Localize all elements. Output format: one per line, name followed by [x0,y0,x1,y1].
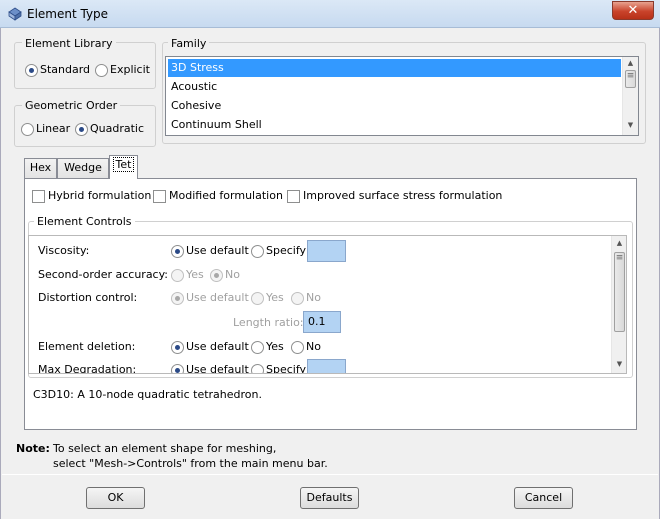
distortion-use-default-radio[interactable] [171,292,184,305]
family-legend: Family [168,37,210,50]
note-line-1: To select an element shape for meshing, [53,442,277,455]
tab-hex[interactable]: Hex [24,158,57,178]
tab-tet-label: Tet [112,157,135,172]
family-item-cohesive[interactable]: Cohesive [168,97,621,115]
degradation-specify-label[interactable]: Specify [266,363,306,373]
distortion-no-radio[interactable] [291,292,304,305]
improved-surface-stress-label[interactable]: Improved surface stress formulation [303,189,502,202]
quadratic-label[interactable]: Quadratic [90,122,144,135]
tab-tet[interactable]: Tet [109,155,138,179]
scroll-up-icon[interactable]: ▲ [623,59,638,67]
cancel-button[interactable]: Cancel [514,487,573,509]
tab-wedge[interactable]: Wedge [57,158,109,178]
improved-surface-stress-checkbox[interactable] [287,190,300,203]
length-ratio-label: Length ratio: [233,316,304,329]
modified-formulation-checkbox[interactable] [153,190,166,203]
hybrid-formulation-label[interactable]: Hybrid formulation [48,189,151,202]
controls-scroll-thumb[interactable] [614,252,625,332]
deletion-yes-radio[interactable] [251,341,264,354]
deletion-use-default-label[interactable]: Use default [186,340,249,353]
hybrid-formulation-checkbox[interactable] [32,190,45,203]
element-library-legend: Element Library [22,37,116,50]
degradation-use-default-label[interactable]: Use default [186,363,249,373]
defaults-button[interactable]: Defaults [300,487,359,509]
standard-radio[interactable] [25,64,38,77]
note-line-2: select "Mesh->Controls" from the main me… [53,457,328,470]
second-order-yes-radio[interactable] [171,269,184,282]
family-scroll-thumb[interactable] [625,70,636,88]
standard-label[interactable]: Standard [40,63,90,76]
linear-radio[interactable] [21,123,34,136]
note-label: Note: [16,442,50,455]
viscosity-value-field[interactable] [307,240,346,262]
family-item-acoustic[interactable]: Acoustic [168,78,621,96]
second-order-yes-label[interactable]: Yes [186,268,204,281]
element-controls-scroll-area: Viscosity: Use default Specify Second-or… [28,235,627,374]
length-ratio-field[interactable]: 0.1 [303,311,341,333]
scroll-down-icon[interactable]: ▼ [623,121,638,129]
family-item-3d-stress[interactable]: 3D Stress [168,59,621,77]
family-item-continuum-shell[interactable]: Continuum Shell [168,116,621,134]
family-list[interactable]: 3D Stress Acoustic Cohesive Continuum Sh… [165,56,639,136]
distortion-no-label[interactable]: No [306,291,321,304]
element-controls-legend: Element Controls [34,215,135,228]
modified-formulation-label[interactable]: Modified formulation [169,189,283,202]
quadratic-radio[interactable] [75,123,88,136]
distortion-control-label: Distortion control: [38,291,138,304]
viscosity-specify-radio[interactable] [251,245,264,258]
tab-wedge-label: Wedge [64,161,102,174]
distortion-yes-label[interactable]: Yes [266,291,284,304]
viscosity-label: Viscosity: [38,244,90,257]
controls-scrollbar[interactable]: ▲ ▼ [611,236,626,373]
distortion-yes-radio[interactable] [251,292,264,305]
viscosity-use-default-label[interactable]: Use default [186,244,249,257]
degradation-specify-radio[interactable] [251,364,264,373]
degradation-use-default-radio[interactable] [171,364,184,373]
close-button[interactable]: ✕ [612,1,654,20]
button-separator [2,474,658,475]
max-degradation-label: Max Degradation: [38,363,137,374]
deletion-no-label[interactable]: No [306,340,321,353]
element-description: C3D10: A 10-node quadratic tetrahedron. [33,388,262,401]
deletion-yes-label[interactable]: Yes [266,340,284,353]
second-order-no-label[interactable]: No [225,268,240,281]
controls-scroll-up-icon[interactable]: ▲ [612,239,626,247]
deletion-use-default-radio[interactable] [171,341,184,354]
geometric-order-legend: Geometric Order [22,99,121,112]
distortion-use-default-label[interactable]: Use default [186,291,249,304]
controls-scroll-down-icon[interactable]: ▼ [612,360,626,368]
ok-button[interactable]: OK [86,487,145,509]
explicit-radio[interactable] [95,64,108,77]
linear-label[interactable]: Linear [36,122,70,135]
window-title: Element Type [27,7,109,21]
viscosity-use-default-radio[interactable] [171,245,184,258]
second-order-accuracy-label: Second-order accuracy: [38,268,169,281]
second-order-no-radio[interactable] [210,269,223,282]
tab-hex-label: Hex [29,161,52,174]
deletion-no-radio[interactable] [291,341,304,354]
element-type-icon [8,7,22,21]
family-scrollbar[interactable]: ▲ ▼ [622,57,638,135]
element-deletion-label: Element deletion: [38,340,136,353]
close-icon: ✕ [627,3,639,18]
explicit-label[interactable]: Explicit [110,63,150,76]
viscosity-specify-label[interactable]: Specify [266,244,306,257]
degradation-value-field[interactable] [307,359,346,373]
title-bar: Element Type ✕ [0,0,660,28]
